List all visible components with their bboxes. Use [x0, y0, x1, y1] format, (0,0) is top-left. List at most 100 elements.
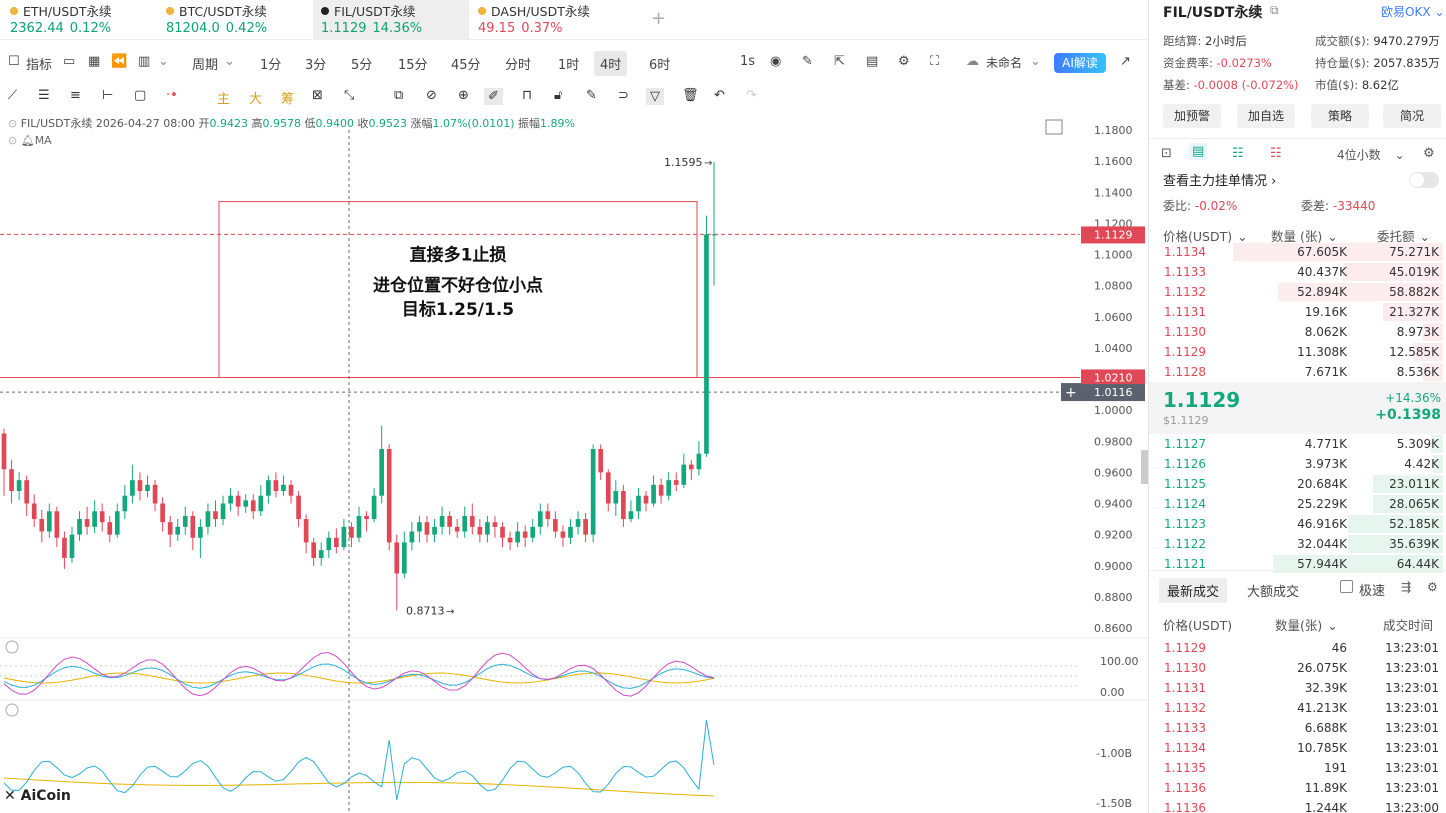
interval-1[interactable]: 3分 [305, 54, 326, 73]
edit-icon[interactable]: ✎ [586, 88, 597, 103]
asks-row[interactable]: 1.1134 67.605K 75.271K [1149, 242, 1446, 262]
trade-row: 1.1130 26.075K 13:23:01 [1149, 658, 1446, 678]
copy-icon[interactable]: ⧉ [394, 88, 403, 103]
export-icon[interactable]: ↗ [1120, 54, 1131, 69]
interval-7[interactable]: 4时 [594, 51, 628, 76]
gear-icon[interactable]: ⚙ [1427, 580, 1438, 594]
orderbook-bids-icon[interactable]: ☷ [1232, 146, 1244, 161]
asks-row[interactable]: 1.1129 11.308K 12.585K [1149, 342, 1446, 362]
fib-tool-icon[interactable]: ≡ [70, 88, 81, 103]
tab-btc[interactable]: BTC/USDT永续 81204.0 0.42% [158, 0, 308, 40]
tab-dash[interactable]: DASH/USDT永续 49.15 0.37% [470, 0, 620, 40]
tr-qty-header[interactable]: 数量(张) ⌄ [1275, 615, 1338, 634]
orderbook-split-icon[interactable]: ▤ [1189, 143, 1208, 160]
interval-6[interactable]: 1时 [558, 54, 579, 73]
chevron-down-icon[interactable]: ⌄ [158, 54, 169, 69]
big-order-button[interactable]: 大 [249, 88, 262, 107]
main-orders-toggle[interactable] [1409, 172, 1439, 188]
popout-icon[interactable]: ⧉ [1270, 3, 1279, 18]
period-button[interactable]: 周期 [192, 54, 218, 73]
camera-icon[interactable]: ◉ [770, 54, 781, 69]
refresh-rate[interactable]: 1s [740, 54, 755, 69]
layout-icon[interactable]: ▭ [63, 54, 75, 69]
pencil-icon[interactable]: ✎ [802, 54, 813, 69]
trendline-tool-icon[interactable]: ⟋ [8, 88, 17, 103]
fast-checkbox[interactable] [1340, 580, 1353, 593]
price-chart[interactable]: 1.18001.16001.14001.12001.10001.08001.06… [0, 110, 1148, 813]
trash-icon[interactable]: 🗑︎ [682, 88, 699, 103]
panel-icon[interactable]: ▤ [866, 54, 878, 69]
alert-button[interactable]: 加预警 [1163, 104, 1221, 128]
trade-time: 13:23:01 [1385, 761, 1439, 775]
redo-icon[interactable]: ↷ [746, 88, 757, 103]
asks-row[interactable]: 1.1128 7.671K 8.536K [1149, 362, 1446, 382]
share-icon[interactable]: ⇱ [834, 54, 845, 69]
ruler-icon[interactable]: ⊘ [426, 88, 437, 103]
settings-icon[interactable]: ⚙ [898, 54, 910, 69]
chart-type-icon[interactable]: ▥ [138, 54, 150, 69]
annotation-text-1: 直接多1止损 [410, 245, 507, 266]
exchange-select[interactable]: 欧易OKX ⌄ [1381, 3, 1444, 20]
bids-row[interactable]: 1.1124 25.229K 28.065K [1149, 494, 1446, 514]
favorite-button[interactable]: 加自选 [1237, 104, 1295, 128]
interval-8[interactable]: 6时 [649, 54, 670, 73]
diff-label: 委差: [1301, 199, 1330, 213]
grid-icon[interactable]: ▦ [88, 54, 100, 69]
interval-3[interactable]: 15分 [398, 54, 428, 73]
ai-analysis-button[interactable]: AI解读 [1054, 53, 1106, 73]
bids-row[interactable]: 1.1122 32.044K 35.639K [1149, 534, 1446, 554]
brush-icon[interactable]: ✐ [484, 88, 503, 105]
asks-price: 1.1129 [1164, 345, 1206, 359]
tab-large-trades[interactable]: 大额成交 [1247, 581, 1299, 600]
measure-tool-icon[interactable]: ⤡ [344, 88, 354, 103]
rectangle-tool-icon[interactable]: ▢ [134, 88, 146, 103]
undo-icon[interactable]: ↶ [714, 88, 725, 103]
main-force-button[interactable]: 主 [217, 88, 230, 107]
template-select[interactable]: 未命名 [986, 54, 1022, 71]
zoom-icon[interactable]: ⊕ [458, 88, 469, 103]
candle-body [696, 453, 702, 470]
interval-4[interactable]: 45分 [451, 54, 481, 73]
filter-icon[interactable]: ▽ [646, 88, 664, 105]
asks-row[interactable]: 1.1130 8.062K 8.973K [1149, 322, 1446, 342]
bids-row[interactable]: 1.1123 46.916K 52.185K [1149, 514, 1446, 534]
mid-abs: +0.1398 [1375, 407, 1441, 423]
tab-latest-trades[interactable]: 最新成交 [1159, 578, 1228, 603]
filter-list-icon[interactable]: ⇶ [1401, 580, 1411, 594]
trade-time: 13:23:01 [1385, 781, 1439, 795]
interval-2[interactable]: 5分 [351, 54, 372, 73]
asks-row[interactable]: 1.1132 52.894K 58.882K [1149, 282, 1446, 302]
strategy-button[interactable]: 策略 [1311, 104, 1369, 128]
interval-0[interactable]: 1分 [260, 54, 281, 73]
candle-body [598, 449, 604, 473]
parallel-tool-icon[interactable]: ☰ [38, 88, 50, 103]
tab-fil[interactable]: FIL/USDT永续 1.1129 14.36% [313, 0, 469, 40]
trade-price: 1.1131 [1164, 681, 1206, 695]
rewind-icon[interactable]: ⏪ [111, 54, 127, 69]
asks-row[interactable]: 1.1131 19.16K 21.327K [1149, 302, 1446, 322]
orderbook-asks-icon[interactable]: ☷ [1270, 146, 1282, 161]
dotted-line-tool-icon[interactable]: ·• [166, 88, 178, 103]
tab-eth[interactable]: ETH/USDT永续 2362.44 0.12% [2, 0, 152, 40]
orderbook-both-icon[interactable]: ⊡ [1161, 146, 1172, 161]
bids-row[interactable]: 1.1126 3.973K 4.42K [1149, 454, 1446, 474]
add-tab-icon[interactable]: + [651, 8, 666, 29]
asks-row[interactable]: 1.1133 40.437K 45.019K [1149, 262, 1446, 282]
magnet-icon[interactable]: ⊓ [522, 88, 532, 103]
gear-icon[interactable]: ⚙ [1423, 146, 1435, 161]
interval-5[interactable]: 分时 [505, 54, 531, 73]
lock-icon[interactable]: 🔓︎ [554, 88, 562, 103]
indicator-button[interactable]: 指标 [26, 54, 52, 73]
decimals-select[interactable]: 4位小数 ⌄ [1337, 146, 1405, 163]
chip-button[interactable]: 筹 [281, 88, 294, 107]
main-orders-link[interactable]: 查看主力挂单情况 › [1163, 170, 1276, 189]
horizontal-tool-icon[interactable]: ⊢ [102, 88, 113, 103]
bids-row[interactable]: 1.1127 4.771K 5.309K [1149, 434, 1446, 454]
bids-row[interactable]: 1.1125 20.684K 23.011K [1149, 474, 1446, 494]
fullscreen-icon[interactable]: ⛶ [930, 54, 939, 69]
indicator-icon[interactable]: ☐ [8, 54, 20, 69]
calc-tool-icon[interactable]: ⊠ [312, 88, 323, 103]
bids-row[interactable]: 1.1121 57.944K 64.44K [1149, 554, 1446, 574]
link-icon[interactable]: ⊃ [618, 88, 629, 103]
overview-button[interactable]: 简况 [1383, 104, 1441, 128]
